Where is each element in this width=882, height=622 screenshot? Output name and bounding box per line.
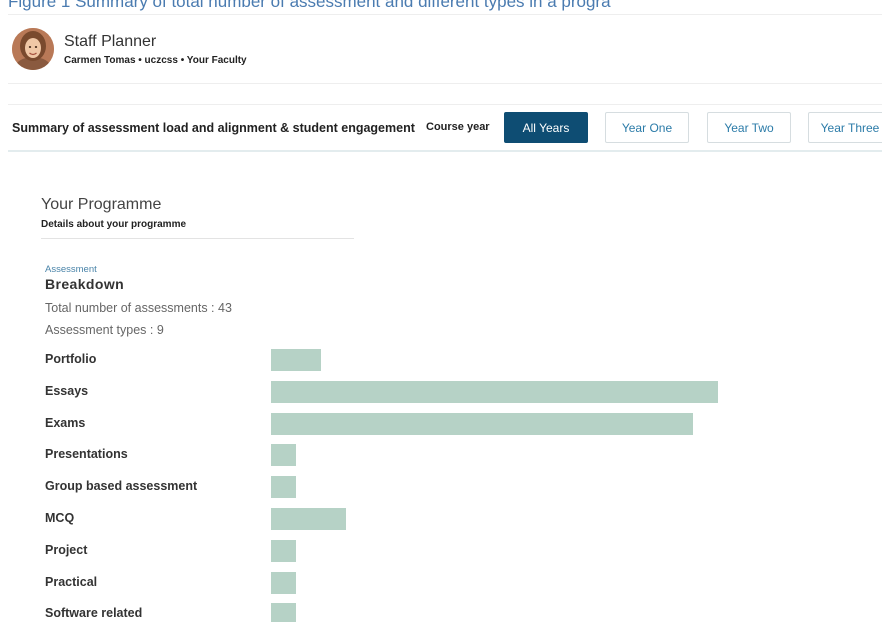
- bar: [271, 508, 346, 530]
- year-three-button[interactable]: Year Three: [808, 112, 882, 143]
- programme-subtitle: Details about your programme: [41, 219, 187, 230]
- figure-caption: Figure 1 Summary of total number of asse…: [8, 0, 611, 11]
- bar: [271, 349, 321, 371]
- bar: [271, 603, 296, 622]
- avatar[interactable]: [12, 28, 54, 70]
- bar-label: Software related: [45, 606, 143, 621]
- programme-title: Your Programme: [41, 196, 162, 213]
- bar-row: Essays: [45, 380, 882, 405]
- user-info: Carmen Tomas • uczcss • Your Faculty: [64, 55, 247, 66]
- total-assessments: Total number of assessments : 43: [45, 301, 232, 315]
- app-header: Staff Planner Carmen Tomas • uczcss • Yo…: [8, 14, 882, 84]
- bar-label: Exams: [45, 415, 86, 430]
- bar: [271, 476, 296, 499]
- bar-label: Portfolio: [45, 352, 97, 366]
- bar: [271, 380, 718, 403]
- all-years-button[interactable]: All Years: [504, 112, 588, 143]
- bar-label: Essays: [45, 383, 89, 398]
- bar-row: Project: [45, 539, 882, 564]
- bar-row: Software related: [45, 603, 882, 622]
- bar-row: Exams: [45, 412, 882, 437]
- course-year-label: Course year: [426, 121, 490, 133]
- bar-label: Project: [45, 542, 88, 557]
- bar-label: Group based assessment: [45, 479, 198, 494]
- assessment-kicker: Assessment: [45, 264, 97, 275]
- bar-label: Practical: [45, 574, 98, 589]
- bar-row: MCQ: [45, 508, 882, 532]
- bar-row: Practical: [45, 571, 882, 596]
- year-one-button[interactable]: Year One: [605, 112, 689, 143]
- bar: [271, 444, 296, 467]
- bar-row: Group based assessment: [45, 476, 882, 500]
- breakdown-title: Breakdown: [45, 276, 125, 292]
- year-two-button[interactable]: Year Two: [707, 112, 791, 143]
- summary-title: Summary of assessment load and alignment…: [12, 121, 415, 135]
- bar: [271, 412, 694, 435]
- user-photo-icon: [12, 28, 54, 70]
- bar: [271, 571, 296, 594]
- bar-label: Presentations: [45, 447, 128, 462]
- app-title: Staff Planner: [64, 33, 157, 50]
- bar-row: Presentations: [45, 444, 882, 468]
- bar: [271, 539, 296, 562]
- bar-row: Portfolio: [45, 349, 882, 373]
- filter-toolbar: Summary of assessment load and alignment…: [8, 104, 882, 152]
- assessment-types-count: Assessment types : 9: [45, 323, 164, 337]
- bar-label: MCQ: [45, 511, 75, 525]
- section-divider: [41, 238, 354, 239]
